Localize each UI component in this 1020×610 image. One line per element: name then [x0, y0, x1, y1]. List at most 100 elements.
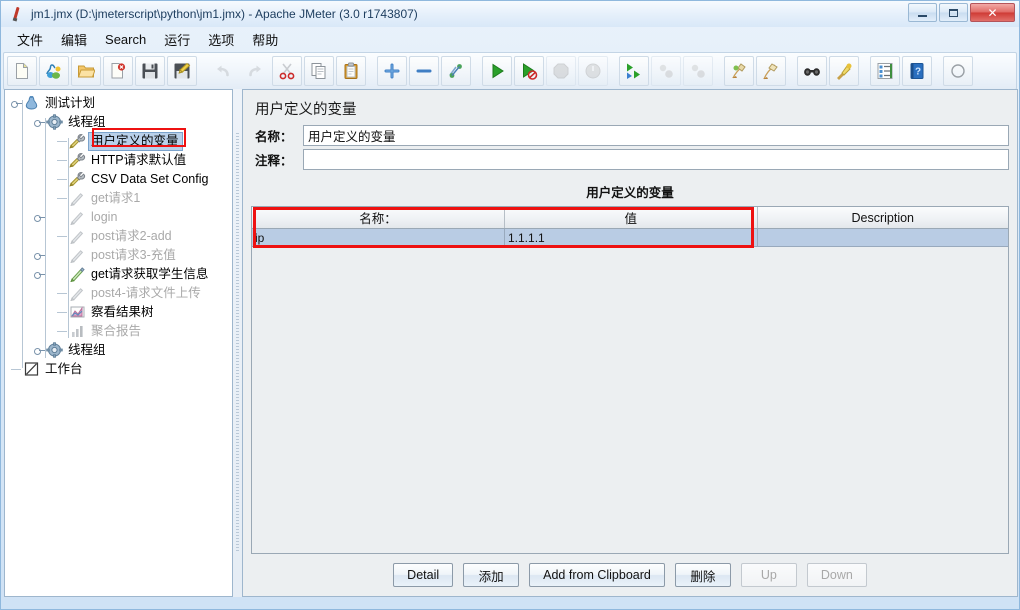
- tree-node-post-request-3-recharge[interactable]: post请求3-充值: [5, 246, 232, 265]
- save-icon[interactable]: [135, 56, 165, 86]
- maximize-button[interactable]: [939, 3, 968, 22]
- close-button[interactable]: ✕: [970, 3, 1015, 22]
- cell-value[interactable]: 1.1.1.1: [504, 228, 758, 247]
- tree-node-login[interactable]: login: [5, 208, 232, 227]
- expand-all-icon[interactable]: [377, 56, 407, 86]
- tree-leaf-handle: [55, 189, 69, 208]
- menu-edit[interactable]: 编辑: [53, 27, 95, 52]
- workbench-icon: [23, 361, 41, 378]
- clear-all-icon[interactable]: [756, 56, 786, 86]
- clear-icon[interactable]: [724, 56, 754, 86]
- page-title: 用户定义的变量: [255, 102, 357, 118]
- add-button[interactable]: 添加: [463, 563, 520, 587]
- svg-text:?: ?: [915, 67, 921, 78]
- variables-table: 名称： 值 Description ip 1.1.1.1: [252, 207, 1008, 247]
- minimize-icon: [918, 14, 927, 17]
- tree-expand-handle[interactable]: [32, 341, 46, 360]
- menu-run[interactable]: 运行: [156, 27, 198, 52]
- variables-table-container[interactable]: 名称： 值 Description ip 1.1.1.1: [251, 206, 1009, 554]
- column-header-name[interactable]: 名称：: [252, 207, 505, 229]
- function-helper-icon[interactable]: [870, 56, 900, 86]
- test-plan-tree: 测试计划 线程组 用户定义的变量 HTTP请求默认值 CSV Data Set …: [5, 90, 232, 379]
- status-bar: [4, 597, 1018, 608]
- tree-node-post4-file-upload[interactable]: post4-请求文件上传: [5, 284, 232, 303]
- tree-node-view-results-tree[interactable]: 察看结果树: [5, 303, 232, 322]
- cut-icon[interactable]: [272, 56, 302, 86]
- collapse-all-icon[interactable]: [409, 56, 439, 86]
- test-plan-icon: [23, 95, 41, 112]
- http-sampler-icon: [69, 190, 87, 207]
- tree-expand-handle[interactable]: [32, 246, 69, 265]
- cell-name[interactable]: ip: [252, 228, 505, 247]
- add-from-clipboard-button[interactable]: Add from Clipboard: [529, 563, 665, 587]
- tree-node-csv-data-set-config[interactable]: CSV Data Set Config: [5, 170, 232, 189]
- table-header-row: 名称： 值 Description: [252, 207, 1008, 229]
- tree-node-label: get请求1: [91, 191, 141, 205]
- tree-expand-handle[interactable]: [32, 208, 69, 227]
- tree-expand-handle[interactable]: [32, 265, 69, 284]
- copy-icon[interactable]: [304, 56, 334, 86]
- thread-group-icon: [46, 114, 64, 131]
- toolbar-separator: [198, 56, 207, 86]
- tree-node-label: post请求3-充值: [91, 248, 176, 262]
- tree-node-post-request-2-add[interactable]: post请求2-add: [5, 227, 232, 246]
- tree-leaf-handle: [55, 227, 69, 246]
- column-header-value[interactable]: 值: [504, 207, 758, 229]
- tree-node-test-plan[interactable]: 测试计划: [5, 94, 232, 113]
- close-x-icon: ✕: [987, 5, 998, 20]
- templates-icon[interactable]: [39, 56, 69, 86]
- menu-help[interactable]: 帮助: [244, 27, 286, 52]
- menu-options[interactable]: 选项: [200, 27, 242, 52]
- comment-input[interactable]: [303, 149, 1009, 170]
- tree-node-label: 线程组: [68, 343, 106, 357]
- name-input[interactable]: [303, 125, 1009, 146]
- tree-node-aggregate-report[interactable]: 聚合报告: [5, 322, 232, 341]
- tree-node-workbench[interactable]: 工作台: [5, 360, 232, 379]
- save-as-icon[interactable]: [167, 56, 197, 86]
- detail-button[interactable]: Detail: [393, 563, 454, 587]
- overflow-icon[interactable]: [943, 56, 973, 86]
- config-element-icon: [69, 171, 87, 188]
- menu-file[interactable]: 文件: [9, 27, 51, 52]
- user-defined-variables-panel: 用户定义的变量 名称： 注释： 用户定义的变量 名称：: [242, 89, 1018, 597]
- tree-node-get-request-1[interactable]: get请求1: [5, 189, 232, 208]
- start-no-pauses-icon[interactable]: [514, 56, 544, 86]
- tree-node-http-request-defaults[interactable]: HTTP请求默认值: [5, 151, 232, 170]
- tree-node-get-student-info[interactable]: get请求获取学生信息: [5, 265, 232, 284]
- table-row[interactable]: ip 1.1.1.1: [252, 228, 1008, 247]
- help-icon[interactable]: ?: [902, 56, 932, 86]
- tree-node-user-defined-variables[interactable]: 用户定义的变量: [5, 132, 232, 151]
- column-header-description[interactable]: Description: [757, 207, 1008, 229]
- tree-node-thread-group-1[interactable]: 线程组: [5, 113, 232, 132]
- tree-leaf-handle: [55, 303, 69, 322]
- start-icon[interactable]: [482, 56, 512, 86]
- toolbar-separator: [472, 56, 481, 86]
- tree-expand-handle[interactable]: [32, 113, 46, 132]
- test-plan-tree-panel[interactable]: 测试计划 线程组 用户定义的变量 HTTP请求默认值 CSV Data Set …: [4, 89, 233, 597]
- split-pane-divider[interactable]: [233, 89, 242, 597]
- jmeter-feather-icon: [9, 6, 25, 22]
- tree-node-label: 线程组: [68, 115, 106, 129]
- tree-leaf-handle: [55, 170, 69, 189]
- tree-expand-handle[interactable]: [9, 94, 23, 113]
- close-icon[interactable]: [103, 56, 133, 86]
- paste-icon[interactable]: [336, 56, 366, 86]
- config-element-icon: [69, 133, 87, 150]
- new-icon[interactable]: [7, 56, 37, 86]
- delete-button[interactable]: 删除: [674, 563, 731, 587]
- search-icon[interactable]: [797, 56, 827, 86]
- view-results-tree-icon: [69, 304, 87, 321]
- tree-node-label: 察看结果树: [91, 305, 154, 319]
- toggle-icon[interactable]: [441, 56, 471, 86]
- tree-node-label: get请求获取学生信息: [91, 267, 209, 281]
- menu-search[interactable]: Search: [97, 29, 154, 50]
- search-reset-icon[interactable]: [829, 56, 859, 86]
- open-icon[interactable]: [71, 56, 101, 86]
- minimize-button[interactable]: [908, 3, 937, 22]
- split-grip: [236, 133, 239, 553]
- start-remote-all-icon[interactable]: [619, 56, 649, 86]
- toolbar-separator: [933, 56, 942, 86]
- name-field-row: 名称：: [251, 125, 1009, 146]
- cell-description[interactable]: [757, 228, 1008, 247]
- tree-node-thread-group-2[interactable]: 线程组: [5, 341, 232, 360]
